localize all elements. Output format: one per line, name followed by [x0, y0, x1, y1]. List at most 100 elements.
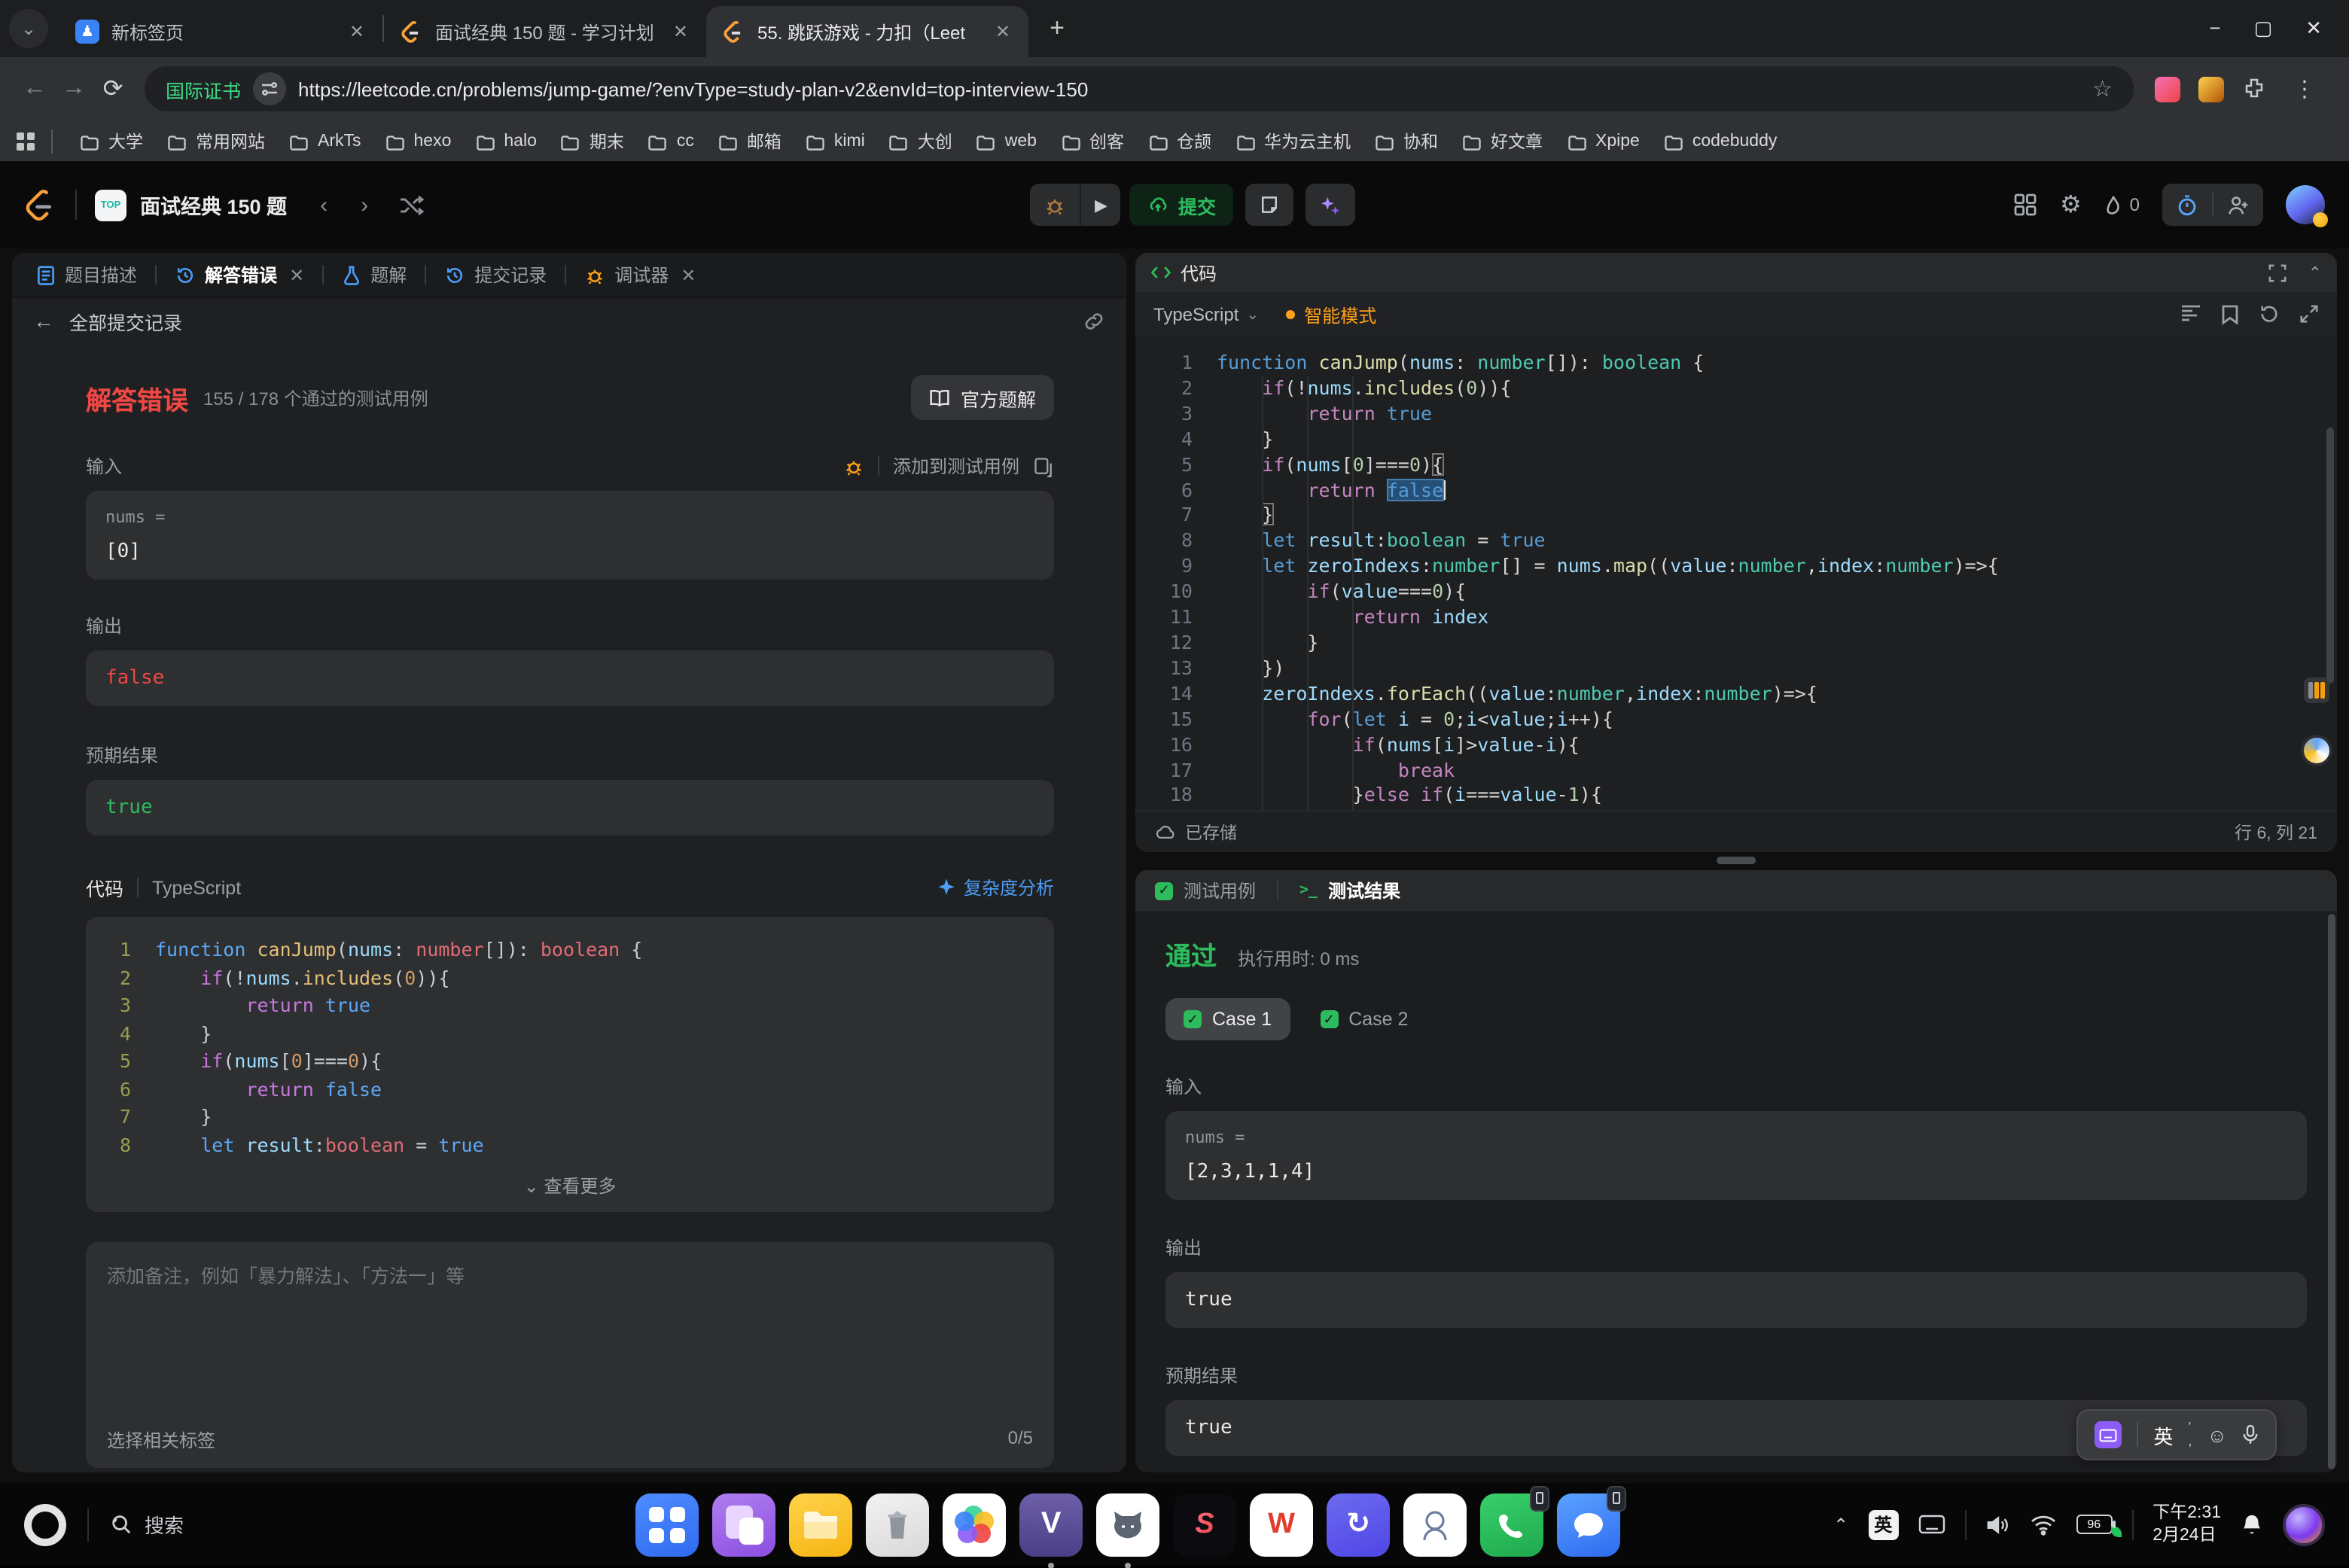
tab-close-icon[interactable]: ✕ — [670, 21, 691, 42]
browser-tab[interactable]: 55. 跳跃游戏 - 力扣（Leet ✕ — [706, 6, 1028, 57]
bookmark-folder[interactable]: 期末 — [549, 124, 636, 157]
extension-icon-2[interactable] — [2198, 76, 2224, 102]
tray-input-lang[interactable]: 英 — [1868, 1509, 1899, 1539]
complexity-analysis-link[interactable]: 复杂度分析 — [937, 875, 1054, 900]
streak-counter[interactable]: 0 — [2104, 193, 2140, 216]
taskbar-search[interactable]: 搜索 — [110, 1510, 184, 1539]
left-tab-2[interactable]: 解答错误 ✕ — [169, 262, 310, 288]
ime-keyboard-icon[interactable] — [2095, 1421, 2122, 1448]
test-panel-scrollbar[interactable] — [2328, 914, 2335, 1469]
launcher-icon[interactable] — [24, 1503, 66, 1545]
notification-bell-icon[interactable] — [2241, 1512, 2263, 1536]
bookmark-folder[interactable]: 大创 — [877, 124, 964, 157]
next-problem-icon[interactable]: › — [361, 192, 368, 218]
prev-problem-icon[interactable]: ‹ — [320, 192, 328, 218]
bookmark-folder[interactable]: 好文章 — [1450, 124, 1555, 157]
tab-search-icon[interactable]: ⌄ — [9, 9, 48, 48]
leetcode-logo[interactable] — [24, 187, 57, 223]
official-solution-button[interactable]: 官方题解 — [910, 375, 1054, 420]
maximize-icon[interactable]: ▢ — [2254, 17, 2273, 41]
submit-button[interactable]: 提交 — [1129, 184, 1234, 226]
cert-badge[interactable]: 国际证书 — [166, 75, 241, 103]
case-tab[interactable]: ✓ Case 2 — [1302, 998, 1426, 1040]
app-v-tool[interactable]: V — [1019, 1493, 1083, 1568]
tag-select-label[interactable]: 选择相关标签 — [107, 1427, 215, 1453]
settings-gear-icon[interactable]: ⚙ — [2060, 190, 2082, 220]
bookmark-folder[interactable]: 华为云主机 — [1223, 124, 1363, 157]
ai-assistant-button[interactable] — [1306, 184, 1356, 226]
url-text[interactable]: https://leetcode.cn/problems/jump-game/?… — [298, 78, 2080, 100]
app-wps[interactable]: W — [1250, 1493, 1314, 1556]
bookmark-folder[interactable]: codebuddy — [1652, 127, 1790, 154]
bookmark-folder[interactable]: kimi — [794, 127, 877, 154]
ime-punctuation-icon[interactable]: ’, — [2188, 1420, 2192, 1448]
layout-icon[interactable] — [2013, 193, 2037, 217]
app-window-manager[interactable] — [712, 1493, 776, 1556]
smart-mode-label[interactable]: 智能模式 — [1304, 302, 1376, 327]
browser-menu-icon[interactable]: ⋮ — [2284, 75, 2325, 102]
cursor-position[interactable]: 行 6, 列 21 — [2235, 820, 2317, 844]
app-cat-assistant[interactable] — [1096, 1493, 1160, 1568]
bookmark-folder[interactable]: 创客 — [1049, 124, 1136, 157]
bookmark-folder[interactable]: web — [964, 127, 1049, 154]
ime-mic-icon[interactable] — [2242, 1424, 2259, 1445]
taskbar-user-avatar[interactable] — [2283, 1503, 2325, 1545]
tab-close-icon[interactable]: ✕ — [346, 21, 367, 42]
bookmark-folder[interactable]: ArkTs — [277, 127, 373, 154]
address-bar[interactable]: 国际证书 https://leetcode.cn/problems/jump-g… — [145, 66, 2134, 111]
tray-keyboard-icon[interactable] — [1918, 1515, 1945, 1534]
bookmark-folder[interactable]: Xpipe — [1555, 127, 1652, 154]
panel-resize-handle[interactable] — [1717, 857, 1756, 864]
bookmark-folder[interactable]: 协和 — [1363, 124, 1450, 157]
app-launcher-grid[interactable] — [635, 1493, 699, 1556]
test-input-card[interactable]: nums = [2,3,1,1,4] — [1165, 1111, 2307, 1200]
reload-button[interactable]: ⟳ — [93, 74, 133, 104]
app-file-manager[interactable] — [789, 1493, 853, 1556]
debug-button[interactable] — [1030, 184, 1080, 226]
tab-close-icon[interactable]: ✕ — [289, 264, 304, 285]
bookmark-folder[interactable]: 仓颉 — [1136, 124, 1223, 157]
app-astronaut[interactable] — [1403, 1493, 1467, 1556]
study-plan-icon[interactable]: TOP — [95, 189, 126, 221]
editor-scrollbar[interactable] — [2326, 428, 2334, 684]
new-tab-button[interactable]: + — [1037, 9, 1077, 48]
bookmark-folder[interactable]: 邮箱 — [706, 124, 794, 157]
timer-icon[interactable] — [2176, 193, 2198, 216]
app-time-sync[interactable]: ↻ — [1327, 1493, 1391, 1556]
app-s-design[interactable]: S — [1173, 1493, 1237, 1556]
back-button[interactable]: ← — [15, 75, 54, 102]
tab-close-icon[interactable]: ✕ — [992, 21, 1013, 42]
invite-user-icon[interactable] — [2227, 193, 2250, 216]
user-avatar[interactable] — [2286, 185, 2328, 227]
bookmark-folder[interactable]: 大学 — [68, 124, 155, 157]
bookmark-folder[interactable]: 常用网站 — [155, 124, 277, 157]
extension-icon-1[interactable] — [2155, 76, 2180, 102]
expected-value-card[interactable]: true — [86, 780, 1054, 836]
wifi-icon[interactable] — [2029, 1514, 2056, 1535]
copy-link-icon[interactable] — [1083, 309, 1105, 332]
note-editor[interactable]: 添加备注，例如「暴力解法」、「方法一」等 选择相关标签 0/5 — [86, 1242, 1054, 1468]
app-phone[interactable] — [1480, 1485, 1550, 1556]
bookmark-folder[interactable]: hexo — [373, 127, 464, 154]
editor-code-area[interactable]: 1 function canJump(nums: number[]): boole… — [1135, 337, 2337, 810]
app-trash[interactable] — [866, 1493, 930, 1556]
debug-case-icon[interactable] — [843, 455, 864, 476]
site-settings-icon[interactable] — [253, 72, 287, 105]
expand-editor-icon[interactable] — [2299, 304, 2319, 324]
back-arrow-icon[interactable]: ← — [33, 309, 54, 333]
test-output-card[interactable]: true — [1165, 1272, 2307, 1328]
format-code-icon[interactable] — [2180, 304, 2201, 322]
panel-layout-widget-icon[interactable] — [2304, 677, 2329, 703]
apps-grid-icon[interactable] — [15, 130, 36, 151]
reset-code-icon[interactable] — [2259, 304, 2280, 324]
app-messages[interactable] — [1557, 1485, 1627, 1556]
clock[interactable]: 下午2:31 2月24日 — [2152, 1502, 2221, 1547]
left-tab-3[interactable]: 题解 — [336, 262, 413, 288]
forward-button[interactable]: → — [54, 75, 93, 102]
run-button[interactable]: ▶ — [1080, 184, 1121, 226]
add-to-tests-link[interactable]: 添加到测试用例 — [893, 453, 1019, 479]
close-icon[interactable]: ✕ — [2305, 17, 2322, 41]
minimize-icon[interactable]: − — [2209, 17, 2220, 41]
notes-button[interactable] — [1245, 184, 1294, 226]
battery-icon[interactable]: 96 — [2076, 1515, 2122, 1537]
